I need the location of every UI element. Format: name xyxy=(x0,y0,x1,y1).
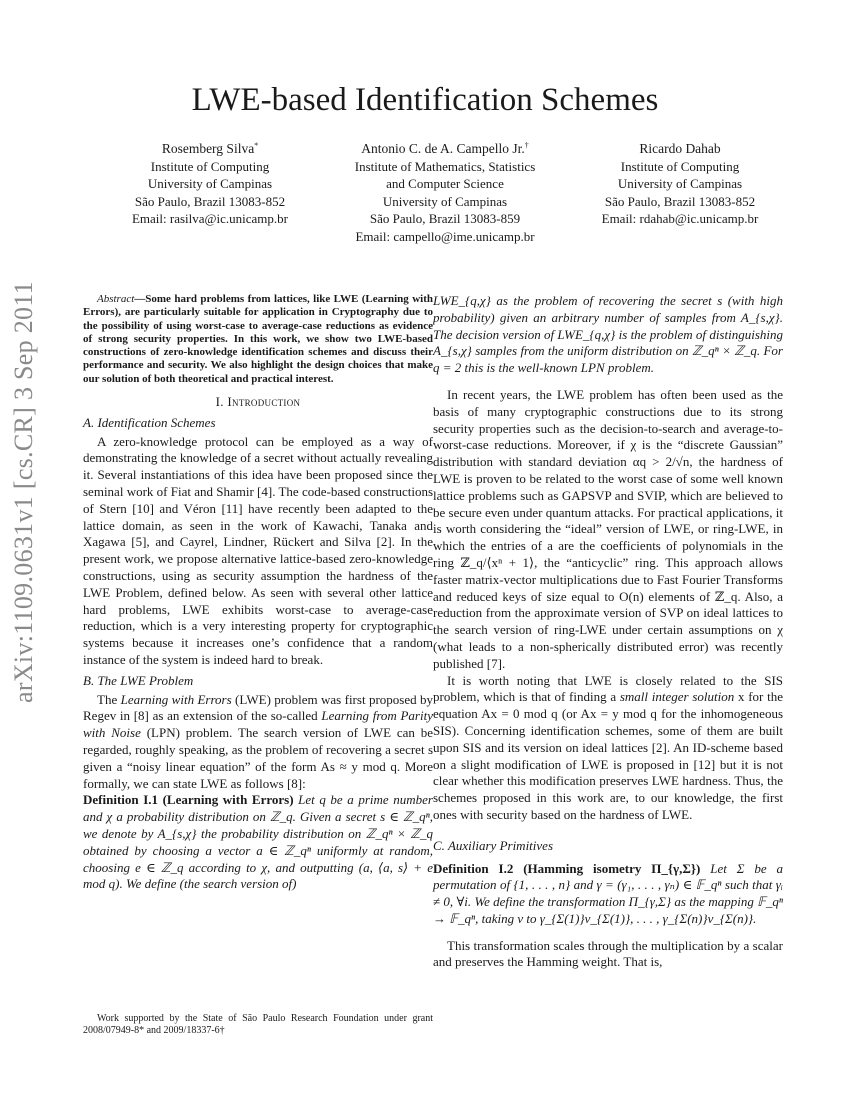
definition-1-continued: LWE_{q,χ} as the problem of recovering t… xyxy=(433,293,783,376)
author-affiliation: University of Campinas xyxy=(147,176,273,191)
author-name: Antonio C. de A. Campello Jr. xyxy=(361,141,525,156)
definition-2-head: Definition I.2 (Hamming isometry Π_{γ,Σ}… xyxy=(433,860,701,876)
author-mark: † xyxy=(524,141,529,150)
left-column: Abstract—Some hard problems from lattice… xyxy=(83,293,433,893)
paragraph-recent-years: In recent years, the LWE problem has oft… xyxy=(433,386,783,671)
right-column: LWE_{q,χ} as the problem of recovering t… xyxy=(433,293,783,971)
author-affiliation: Institute of Computing xyxy=(150,158,270,174)
subsection-heading-c: C. Auxiliary Primitives xyxy=(433,837,553,853)
author-name: Ricardo Dahab xyxy=(639,141,721,156)
author-affiliation: University of Campinas xyxy=(382,193,508,209)
paper-title: LWE-based Identification Schemes xyxy=(191,82,659,118)
author-email: Email: rdahab@ic.unicamp.br xyxy=(601,211,759,226)
author-affiliation: Institute of Mathematics, Statistics xyxy=(354,158,536,174)
footnote: Work supported by the State of São Paulo… xyxy=(83,1013,433,1036)
author-email: Email: rasilva@ic.unicamp.br xyxy=(131,211,288,226)
author-affiliation: Institute of Computing xyxy=(620,158,740,174)
author-3: Ricardo Dahab Institute of Computing Uni… xyxy=(580,140,780,245)
paragraph-lwe: The Learning with Errors (LWE) problem w… xyxy=(83,691,433,791)
author-block: Rosemberg Silva* Institute of Computing … xyxy=(100,140,780,245)
author-address: São Paulo, Brazil 13083-852 xyxy=(604,193,756,209)
definition-1-head: Definition I.1 (Learning with Errors) xyxy=(83,792,294,808)
author-mark: * xyxy=(254,141,259,150)
author-name: Rosemberg Silva xyxy=(161,141,255,156)
definition-1: Definition I.1 (Learning with Errors) Le… xyxy=(83,792,433,892)
arxiv-stamp: arXiv:1109.0631v1 [cs.CR] 3 Sep 2011 xyxy=(4,281,44,703)
author-2: Antonio C. de A. Campello Jr.† Institute… xyxy=(335,140,555,245)
subsection-heading-a: A. Identification Schemes xyxy=(83,414,216,430)
paragraph-transformation: This transformation scales through the m… xyxy=(433,937,783,970)
author-address: São Paulo, Brazil 13083-852 xyxy=(134,193,286,209)
author-address: São Paulo, Brazil 13083-859 xyxy=(369,211,521,226)
abstract: Abstract—Some hard problems from lattice… xyxy=(83,293,433,386)
abstract-label: Abstract xyxy=(97,293,135,305)
arxiv-stamp-text: arXiv:1109.0631v1 [cs.CR] 3 Sep 2011 xyxy=(9,281,38,703)
section-heading: I. Introduction xyxy=(215,394,301,410)
author-affiliation: University of Campinas xyxy=(617,176,743,191)
abstract-text: —Some hard problems from lattices, like … xyxy=(83,293,433,385)
author-affiliation: and Computer Science xyxy=(386,176,504,191)
author-email: Email: campello@ime.unicamp.br xyxy=(355,228,535,244)
paragraph-sis: It is worth noting that LWE is closely r… xyxy=(433,672,783,822)
author-1: Rosemberg Silva* Institute of Computing … xyxy=(110,140,310,245)
subsection-heading-b: B. The LWE Problem xyxy=(83,672,194,688)
definition-2: Definition I.2 (Hamming isometry Π_{γ,Σ}… xyxy=(433,860,784,926)
paragraph-identification: A zero-knowledge protocol can be employe… xyxy=(83,433,433,668)
